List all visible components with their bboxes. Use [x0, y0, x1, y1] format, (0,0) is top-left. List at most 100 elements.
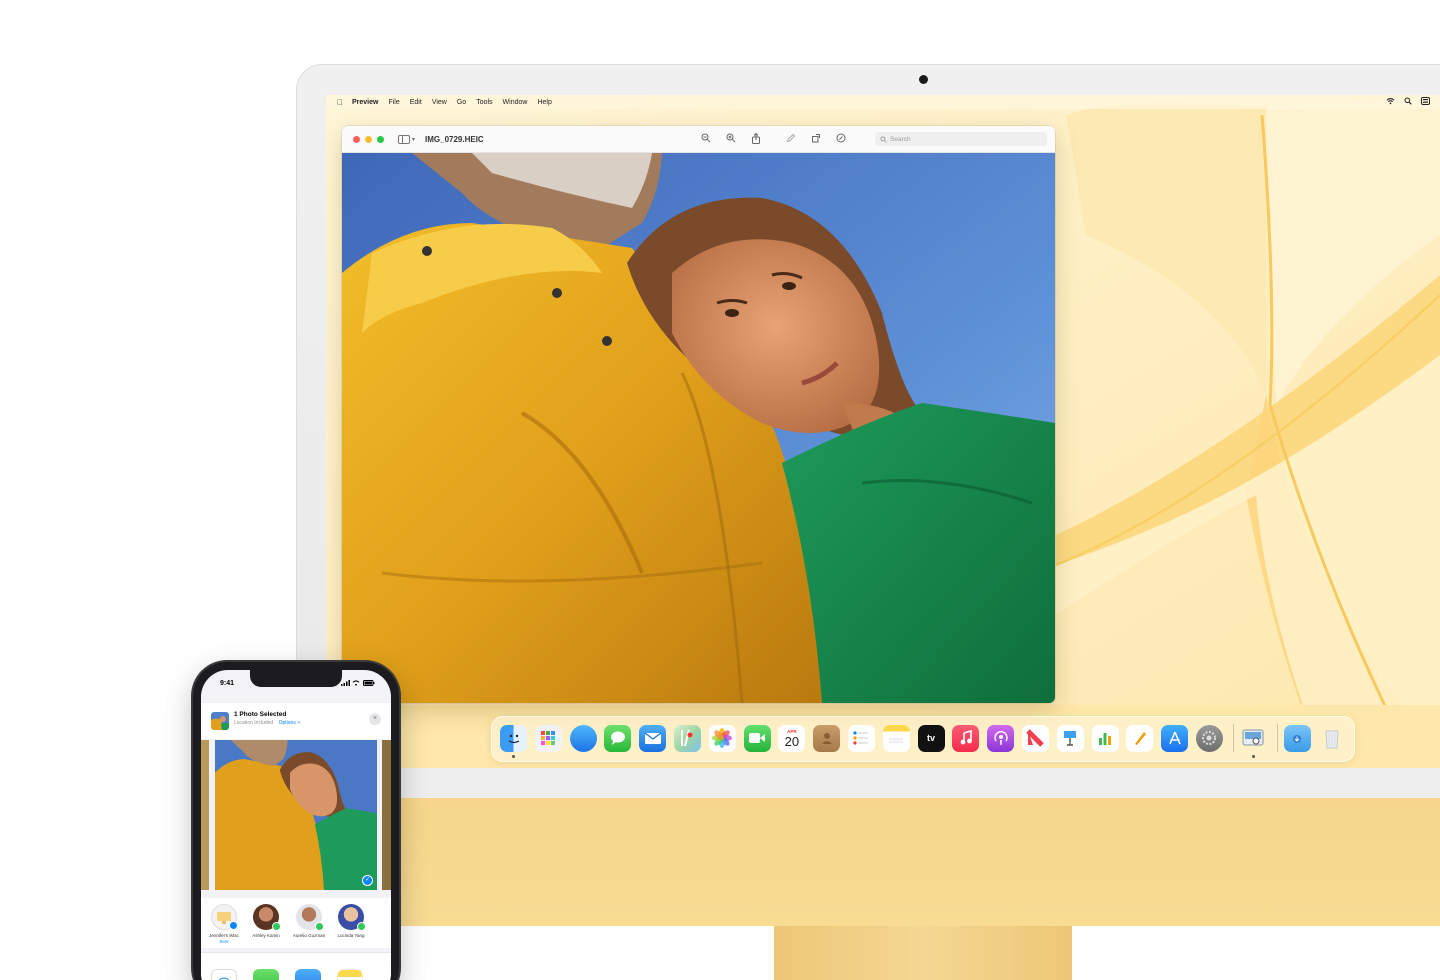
- menu-preview[interactable]: Preview: [352, 99, 378, 106]
- previous-photo-peek[interactable]: [201, 740, 209, 890]
- calendar-icon[interactable]: APR 20: [778, 724, 806, 752]
- zoom-out-icon[interactable]: [700, 132, 712, 144]
- airdrop-icon[interactable]: [211, 969, 237, 980]
- menu-window[interactable]: Window: [503, 99, 528, 106]
- facetime-icon[interactable]: [743, 724, 771, 752]
- reminders-icon[interactable]: [847, 724, 875, 752]
- chevron-down-icon[interactable]: ▾: [412, 136, 415, 143]
- imac-chin-divider: [296, 768, 1440, 798]
- close-window-button[interactable]: [353, 135, 360, 143]
- wifi-icon[interactable]: [1386, 97, 1395, 105]
- window-titlebar: ▾ IMG_0729.HEIC Search: [342, 126, 1055, 153]
- options-link[interactable]: Options >: [279, 720, 301, 726]
- app-store-icon[interactable]: [1161, 724, 1189, 752]
- person-ashley-kamin[interactable]: Ashley Kamin: [246, 904, 286, 939]
- person-name: Aurelio Guzman: [292, 933, 326, 938]
- rotate-icon[interactable]: [810, 132, 822, 144]
- status-time: 9:41: [220, 680, 235, 687]
- messages-badge-icon: [272, 922, 281, 931]
- messages-icon[interactable]: [604, 724, 632, 752]
- finder-running-indicator: [512, 754, 515, 758]
- menu-edit[interactable]: Edit: [410, 99, 422, 106]
- messages-icon[interactable]: [253, 969, 279, 980]
- iphone: 9:41 1 Photo Selected Location Included …: [193, 662, 399, 980]
- battery-icon: [363, 680, 375, 686]
- person-status: Sent: [219, 938, 229, 944]
- trash-icon[interactable]: [1318, 725, 1345, 752]
- menu-file[interactable]: File: [388, 99, 399, 106]
- person-name: Lucinda Yang: [337, 933, 365, 938]
- share-apps-row: [201, 952, 391, 980]
- share-icon[interactable]: [750, 132, 762, 144]
- zoom-window-button[interactable]: [377, 135, 384, 143]
- tv-icon[interactable]: tv: [917, 724, 945, 752]
- annotate-icon[interactable]: [835, 132, 847, 144]
- preview-app-icon[interactable]: [1240, 725, 1267, 758]
- notes-icon[interactable]: [337, 969, 363, 980]
- next-photo-peek[interactable]: [382, 740, 391, 890]
- preview-running-indicator: [1251, 754, 1255, 758]
- person-name: Jennifer's iMac: [209, 933, 239, 938]
- dock: APR 20 tv: [491, 716, 1355, 762]
- contacts-icon[interactable]: [813, 724, 841, 752]
- mail-icon[interactable]: [639, 724, 667, 752]
- imac-avatar-icon: [211, 904, 238, 930]
- share-sheet-header: 1 Photo Selected Location Included Optio…: [201, 703, 391, 739]
- status-icons: [340, 680, 375, 688]
- news-icon[interactable]: [1021, 724, 1049, 752]
- share-sheet-subtitle: Location Included Options >: [234, 720, 300, 726]
- menu-tools[interactable]: Tools: [476, 99, 492, 106]
- notes-icon[interactable]: [882, 724, 910, 752]
- person-lucinda-yang[interactable]: Lucinda Yang: [331, 904, 371, 939]
- selected-checkmark-icon[interactable]: ✓: [362, 875, 373, 886]
- airdrop-people-row: Jennifer's iMac Sent Ashley Kamin Aureli…: [201, 898, 391, 948]
- camera: [919, 75, 928, 84]
- imac-stand: [774, 926, 1072, 980]
- close-button[interactable]: ×: [369, 713, 381, 725]
- messages-badge-icon: [357, 922, 366, 931]
- signal-icon: [340, 680, 350, 686]
- spotlight-icon[interactable]: [1404, 97, 1412, 105]
- avatar: [338, 904, 366, 931]
- finder-icon[interactable]: [500, 724, 527, 758]
- pages-icon[interactable]: [1126, 724, 1154, 752]
- location-included-label: Location Included: [234, 720, 274, 726]
- menu-help[interactable]: Help: [537, 99, 551, 106]
- control-center-icon[interactable]: [1421, 97, 1430, 105]
- search-field[interactable]: Search: [875, 132, 1047, 146]
- dock-separator: [1232, 724, 1234, 752]
- iphone-screen: 9:41 1 Photo Selected Location Included …: [201, 670, 391, 980]
- downloads-folder-icon[interactable]: [1283, 724, 1311, 752]
- person-aurelio-guzman[interactable]: Aurelio Guzman: [289, 904, 329, 939]
- launchpad-icon[interactable]: [534, 724, 562, 752]
- maps-icon[interactable]: [673, 724, 701, 752]
- photos-icon[interactable]: [708, 724, 736, 752]
- status-bar: 9:41: [201, 670, 391, 692]
- apple-menu-icon[interactable]: : [337, 98, 343, 107]
- messages-badge-icon: [315, 922, 324, 931]
- markup-icon[interactable]: [785, 132, 797, 144]
- preview-window: ▾ IMG_0729.HEIC Search: [342, 126, 1055, 703]
- selected-photo-thumbnail: [211, 712, 229, 730]
- safari-icon[interactable]: [569, 724, 597, 752]
- menu-go[interactable]: Go: [457, 99, 466, 106]
- airdrop-badge-icon: [229, 921, 238, 930]
- podcasts-icon[interactable]: [987, 724, 1015, 752]
- search-placeholder: Search: [890, 135, 911, 143]
- minimize-window-button[interactable]: [365, 135, 372, 143]
- mail-icon[interactable]: [295, 969, 321, 980]
- photo-image: [342, 153, 1055, 703]
- keynote-icon[interactable]: [1056, 724, 1084, 752]
- system-preferences-icon[interactable]: [1195, 724, 1223, 752]
- person-jennifers-imac[interactable]: Jennifer's iMac Sent: [204, 904, 244, 944]
- avatar: [253, 904, 281, 931]
- zoom-in-icon[interactable]: [725, 132, 737, 144]
- music-icon[interactable]: [952, 724, 980, 752]
- numbers-icon[interactable]: [1091, 724, 1119, 752]
- sidebar-toggle-icon[interactable]: [398, 134, 410, 144]
- window-title: IMG_0729.HEIC: [425, 134, 484, 144]
- menu-bar:  Preview File Edit View Go Tools Window…: [326, 95, 1440, 109]
- person-name: Ashley Kamin: [252, 933, 280, 938]
- menu-view[interactable]: View: [432, 99, 447, 106]
- shared-photo-preview[interactable]: ✓: [215, 740, 377, 890]
